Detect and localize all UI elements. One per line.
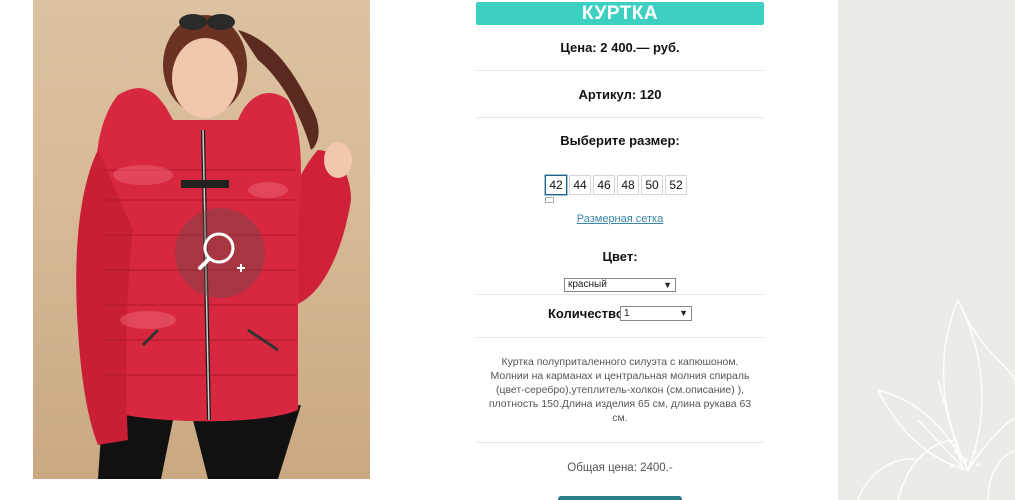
quantity-select[interactable]: 1 ▼ — [620, 306, 692, 321]
zoom-in-icon — [198, 232, 245, 272]
color-select[interactable]: красный ▼ — [564, 278, 676, 292]
buy-button[interactable] — [558, 496, 682, 500]
chevron-down-icon: ▼ — [679, 308, 688, 318]
choose-size-label: Выберите размер: — [560, 133, 680, 148]
divider — [476, 294, 764, 295]
product-title: КУРТКА — [476, 2, 764, 25]
divider — [476, 442, 764, 443]
size-radio[interactable] — [545, 197, 554, 203]
color-select-value: красный — [568, 279, 607, 290]
floral-ornament — [857, 298, 1015, 500]
quantity-label: Количество: — [548, 306, 629, 321]
size-option-52[interactable]: 52 — [665, 175, 687, 195]
price-text: Цена: 2 400.— руб. — [560, 40, 680, 55]
size-option-44[interactable]: 44 — [569, 175, 591, 195]
decorative-floral-panel — [838, 0, 1015, 500]
size-option-42[interactable]: 42 — [544, 174, 568, 196]
divider — [476, 117, 764, 118]
product-photo[interactable] — [33, 0, 370, 479]
size-option-50[interactable]: 50 — [641, 175, 663, 195]
quantity-select-value: 1 — [624, 308, 630, 319]
size-option-46[interactable]: 46 — [593, 175, 615, 195]
color-label: Цвет: — [602, 249, 638, 264]
product-description: Куртка полуприталенного силуэта с капюшо… — [488, 356, 752, 424]
zoom-button[interactable] — [175, 208, 265, 298]
total-price: Общая цена: 2400.- — [567, 462, 673, 474]
article-text: Артикул: 120 — [578, 87, 662, 102]
size-option-48[interactable]: 48 — [617, 175, 639, 195]
size-selector: 42 44 46 48 50 52 — [544, 174, 687, 196]
chevron-down-icon: ▼ — [663, 280, 672, 290]
divider — [476, 337, 764, 338]
size-chart-link[interactable]: Размерная сетка — [476, 213, 764, 225]
divider — [476, 70, 764, 71]
